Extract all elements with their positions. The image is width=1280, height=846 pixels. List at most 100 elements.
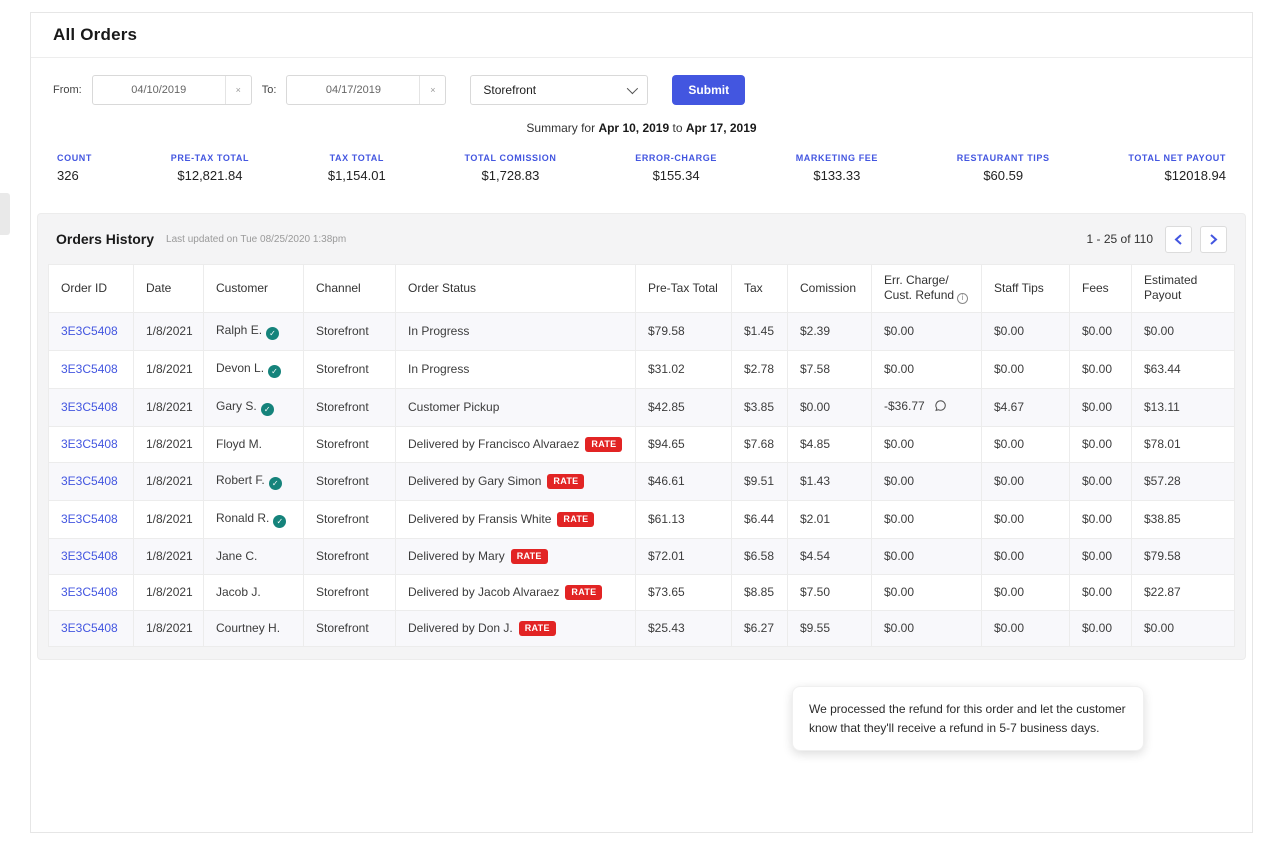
order-channel-cell: Storefront (304, 610, 396, 646)
orders-history-header: Orders History Last updated on Tue 08/25… (48, 214, 1235, 264)
rate-badge[interactable]: RATE (565, 585, 602, 600)
order-amount-cell: $4.85 (788, 426, 872, 462)
order-customer-cell: Devon L.✓ (204, 350, 304, 388)
order-id-link[interactable]: 3E3C5408 (61, 621, 118, 635)
order-amount-cell: $0.00 (872, 426, 982, 462)
refund-note-bubble-icon[interactable] (934, 399, 947, 415)
order-id-link[interactable]: 3E3C5408 (61, 474, 118, 488)
prev-page-button[interactable] (1165, 226, 1192, 253)
col-order-status: Order Status (396, 265, 636, 313)
summary-to-date: Apr 17, 2019 (686, 121, 757, 135)
rate-badge[interactable]: RATE (511, 549, 548, 564)
order-row: 3E3C54081/8/2021Robert F.✓StorefrontDeli… (49, 462, 1235, 500)
order-status-cell: Delivered by Jacob AlvaraezRATE (396, 574, 636, 610)
order-amount-cell: $0.00 (872, 538, 982, 574)
verified-check-icon: ✓ (266, 327, 279, 340)
order-date-cell: 1/8/2021 (134, 500, 204, 538)
order-id-link[interactable]: 3E3C5408 (61, 400, 118, 414)
order-amount-cell: -$36.77 (872, 388, 982, 426)
order-customer-cell: Jacob J. (204, 574, 304, 610)
col-customer: Customer (204, 265, 304, 313)
from-clear-icon[interactable]: × (225, 76, 251, 104)
order-id-cell: 3E3C5408 (49, 574, 134, 610)
order-id-link[interactable]: 3E3C5408 (61, 362, 118, 376)
rate-badge[interactable]: RATE (557, 512, 594, 527)
page-title: All Orders (53, 25, 137, 45)
from-date-input[interactable] (93, 76, 225, 104)
order-customer-cell: Gary S.✓ (204, 388, 304, 426)
chevron-left-icon (1174, 234, 1183, 245)
order-id-cell: 3E3C5408 (49, 426, 134, 462)
verified-check-icon: ✓ (273, 515, 286, 528)
order-amount-cell: $0.00 (982, 610, 1070, 646)
order-amount-cell: $7.50 (788, 574, 872, 610)
order-amount-cell: $94.65 (636, 426, 732, 462)
col-order-id: Order ID (49, 265, 134, 313)
order-amount-cell: $1.43 (788, 462, 872, 500)
order-amount-cell: $6.44 (732, 500, 788, 538)
stat-marketing-fee: MARKETING FEE $133.33 (796, 153, 878, 183)
order-amount-cell: $61.13 (636, 500, 732, 538)
order-amount-cell: $1.45 (732, 312, 788, 350)
order-amount-cell: $9.51 (732, 462, 788, 500)
from-date-control: × (92, 75, 252, 105)
order-row: 3E3C54081/8/2021Courtney H.StorefrontDel… (49, 610, 1235, 646)
order-customer-cell: Robert F.✓ (204, 462, 304, 500)
order-channel-cell: Storefront (304, 500, 396, 538)
order-amount-cell: $0.00 (1070, 538, 1132, 574)
refund-tooltip-text: We processed the refund for this order a… (809, 702, 1126, 735)
col-channel: Channel (304, 265, 396, 313)
order-customer-cell: Courtney H. (204, 610, 304, 646)
order-id-link[interactable]: 3E3C5408 (61, 324, 118, 338)
order-amount-cell: $0.00 (872, 500, 982, 538)
order-amount-cell: $0.00 (1070, 312, 1132, 350)
rate-badge[interactable]: RATE (585, 437, 622, 452)
summary-prefix: Summary for (526, 121, 595, 135)
rate-badge[interactable]: RATE (547, 474, 584, 489)
order-amount-cell: $0.00 (982, 574, 1070, 610)
info-icon[interactable]: i (957, 293, 968, 304)
order-amount-cell: $0.00 (872, 350, 982, 388)
order-amount-cell: $7.68 (732, 426, 788, 462)
order-customer-cell: Ralph E.✓ (204, 312, 304, 350)
order-amount-cell: $0.00 (982, 462, 1070, 500)
order-amount-cell: $0.00 (982, 500, 1070, 538)
order-customer-cell: Ronald R.✓ (204, 500, 304, 538)
next-page-button[interactable] (1200, 226, 1227, 253)
to-date-input[interactable] (287, 76, 419, 104)
order-status-cell: Delivered by MaryRATE (396, 538, 636, 574)
channel-selected-value: Storefront (483, 83, 536, 97)
order-id-link[interactable]: 3E3C5408 (61, 549, 118, 563)
order-id-link[interactable]: 3E3C5408 (61, 437, 118, 451)
page-edge-tab (0, 193, 10, 235)
submit-button[interactable]: Submit (672, 75, 745, 105)
rate-badge[interactable]: RATE (519, 621, 556, 636)
summary-from-date: Apr 10, 2019 (598, 121, 669, 135)
order-id-link[interactable]: 3E3C5408 (61, 512, 118, 526)
order-amount-cell: $73.65 (636, 574, 732, 610)
order-row: 3E3C54081/8/2021Jane C.StorefrontDeliver… (49, 538, 1235, 574)
col-staff-tips: Staff Tips (982, 265, 1070, 313)
summary-stats: COUNT 326 PRE-TAX TOTAL $12,821.84 TAX T… (31, 135, 1252, 183)
order-id-link[interactable]: 3E3C5408 (61, 585, 118, 599)
orders-history-card: Orders History Last updated on Tue 08/25… (37, 213, 1246, 660)
order-date-cell: 1/8/2021 (134, 574, 204, 610)
to-clear-icon[interactable]: × (419, 76, 445, 104)
order-amount-cell: $2.78 (732, 350, 788, 388)
summary-line: Summary for Apr 10, 2019 to Apr 17, 2019 (31, 121, 1252, 135)
order-date-cell: 1/8/2021 (134, 538, 204, 574)
order-amount-cell: $0.00 (1070, 500, 1132, 538)
order-row: 3E3C5408 1/8/2021Jacob J.StorefrontDelive… (49, 574, 1235, 610)
order-amount-cell: $0.00 (1132, 610, 1235, 646)
order-amount-cell: $0.00 (788, 388, 872, 426)
order-amount-cell: $0.00 (982, 350, 1070, 388)
order-amount-cell: $57.28 (1132, 462, 1235, 500)
order-customer-cell: Jane C. (204, 538, 304, 574)
col-err-charge: Err. Charge/ Cust. Refundi (872, 265, 982, 313)
order-amount-cell: $0.00 (1132, 312, 1235, 350)
channel-select[interactable]: Storefront (470, 75, 648, 105)
order-date-cell: 1/8/2021 (134, 312, 204, 350)
order-channel-cell: Storefront (304, 574, 396, 610)
order-status-cell: Delivered by Don J.RATE (396, 610, 636, 646)
order-amount-cell: $0.00 (1070, 462, 1132, 500)
